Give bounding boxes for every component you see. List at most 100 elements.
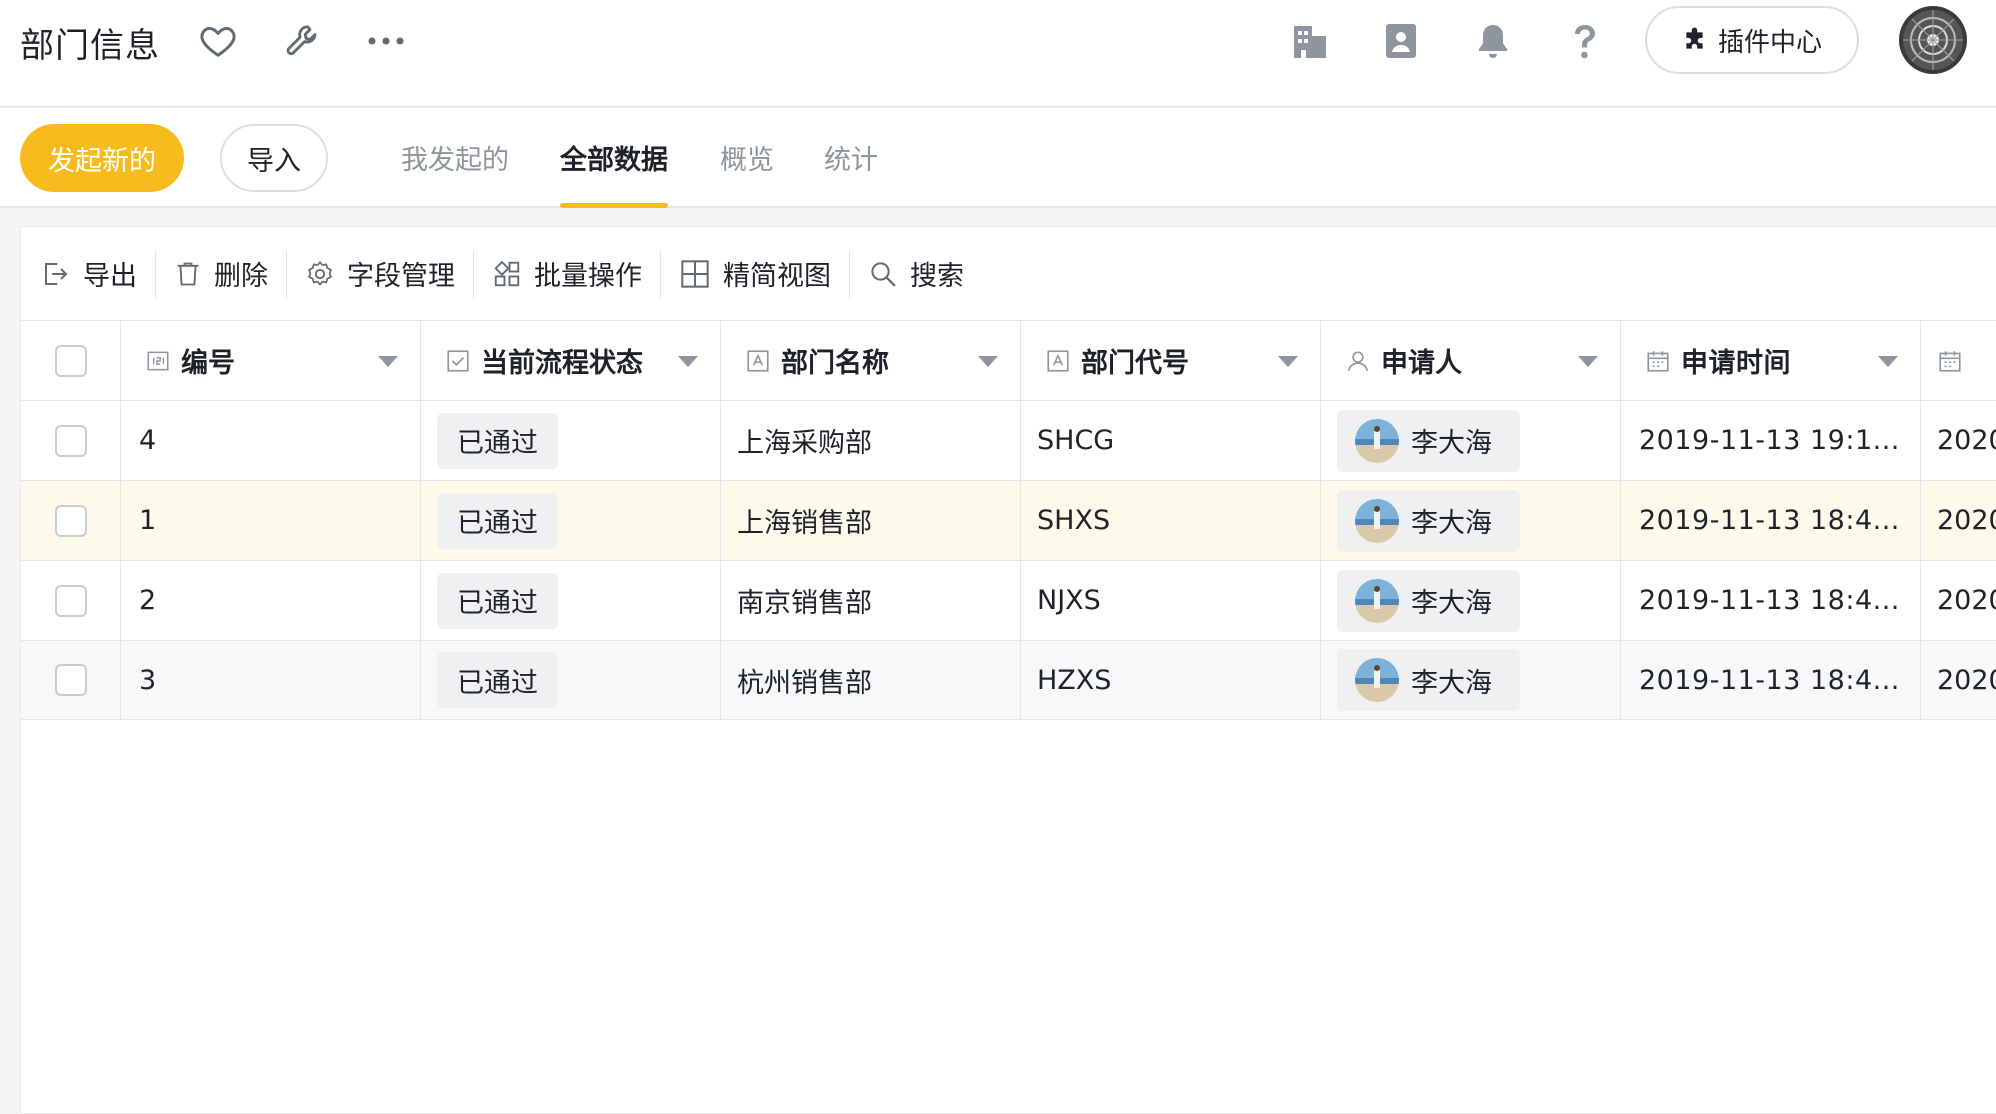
select-all-checkbox[interactable]	[54, 344, 87, 377]
table-row[interactable]: 3 已通过 杭州销售部 HZXS 李大海 2019-11-13 18:4... …	[21, 640, 1996, 720]
batch-operation-button[interactable]: 批量操作	[474, 249, 660, 299]
cell-apply-time[interactable]: 2019-11-13 18:4...	[1621, 641, 1921, 719]
applicant-chip[interactable]: 李大海	[1337, 489, 1520, 552]
search-button[interactable]: 搜索	[850, 249, 982, 299]
cell-extra[interactable]: 2020	[1921, 561, 1996, 640]
export-icon	[45, 262, 68, 285]
column-header-applicant[interactable]: 申请人	[1321, 321, 1621, 400]
cell-dept-name[interactable]: 上海采购部	[721, 401, 1021, 480]
cell-status[interactable]: 已通过	[421, 641, 721, 719]
column-header-apply-time[interactable]: 申请时间	[1621, 321, 1921, 400]
tab-statistics[interactable]: 统计	[824, 108, 878, 206]
field-management-button[interactable]: 字段管理	[287, 249, 473, 299]
applicant-chip[interactable]: 李大海	[1337, 569, 1520, 632]
row-checkbox[interactable]	[54, 424, 87, 457]
puzzle-icon	[1686, 27, 1703, 49]
column-menu-caret[interactable]	[378, 356, 398, 367]
column-header-number[interactable]: 编号	[121, 321, 421, 400]
tab-my-submissions[interactable]: 我发起的	[401, 108, 509, 206]
cell-status[interactable]: 已通过	[421, 481, 721, 560]
data-card: 导出 删除 字段管理 批量操作 精简视图 搜索 编号 当前流程状态 部门名称 部…	[20, 226, 1996, 1114]
cell-apply-time[interactable]: 2019-11-13 19:1...	[1621, 401, 1921, 480]
cell-status[interactable]: 已通过	[421, 401, 721, 480]
table-row[interactable]: 1 已通过 上海销售部 SHXS 李大海 2019-11-13 18:4... …	[21, 480, 1996, 560]
column-menu-caret[interactable]	[1878, 356, 1898, 367]
cell-status[interactable]: 已通过	[421, 561, 721, 640]
row-checkbox[interactable]	[54, 584, 87, 617]
cell-dept-code[interactable]: SHCG	[1021, 401, 1321, 480]
column-header-extra[interactable]	[1921, 321, 1996, 400]
text-field-icon	[1047, 349, 1069, 372]
cell-number[interactable]: 4	[121, 401, 421, 480]
cell-applicant[interactable]: 李大海	[1321, 641, 1621, 719]
table-row[interactable]: 2 已通过 南京销售部 NJXS 李大海 2019-11-13 18:4... …	[21, 560, 1996, 640]
cell-dept-name[interactable]: 杭州销售部	[721, 641, 1021, 719]
status-badge: 已通过	[437, 572, 558, 629]
user-avatar[interactable]	[1899, 6, 1967, 74]
cell-dept-code[interactable]: NJXS	[1021, 561, 1321, 640]
table-header-row: 编号 当前流程状态 部门名称 部门代号 申请人 申请时间	[21, 320, 1996, 400]
more-options-icon[interactable]	[363, 18, 409, 64]
cell-extra[interactable]: 2020	[1921, 641, 1996, 719]
cell-number[interactable]: 2	[121, 561, 421, 640]
export-label: 导出	[83, 261, 137, 292]
delete-label: 删除	[214, 261, 268, 292]
applicant-chip[interactable]: 李大海	[1337, 409, 1520, 472]
column-header-dept-name[interactable]: 部门名称	[721, 321, 1021, 400]
notification-bell-icon[interactable]	[1470, 18, 1516, 64]
top-header: 部门信息 插件中心	[0, 0, 1996, 107]
search-icon	[871, 261, 896, 286]
tab-overview[interactable]: 概览	[720, 108, 774, 206]
applicant-chip[interactable]: 李大海	[1337, 649, 1520, 711]
cell-dept-name[interactable]: 上海销售部	[721, 481, 1021, 560]
export-button[interactable]: 导出	[41, 249, 155, 299]
calendar-field-icon	[1647, 350, 1669, 372]
favorite-heart-icon[interactable]	[195, 18, 241, 64]
column-header-label: 申请人	[1381, 348, 1462, 379]
cell-number[interactable]: 3	[121, 641, 421, 719]
cell-extra[interactable]: 2020	[1921, 401, 1996, 480]
column-menu-caret[interactable]	[678, 356, 698, 367]
cell-applicant[interactable]: 李大海	[1321, 401, 1621, 480]
cell-dept-name[interactable]: 南京销售部	[721, 561, 1021, 640]
page-title: 部门信息	[20, 26, 160, 66]
cell-dept-code[interactable]: SHXS	[1021, 481, 1321, 560]
organization-building-icon[interactable]	[1287, 18, 1333, 64]
column-menu-caret[interactable]	[1578, 356, 1598, 367]
applicant-avatar	[1355, 578, 1399, 623]
import-button[interactable]: 导入	[220, 124, 328, 192]
help-question-icon[interactable]	[1562, 18, 1608, 64]
delete-button[interactable]: 删除	[156, 249, 286, 299]
applicant-name: 李大海	[1411, 588, 1492, 619]
compact-view-label: 精简视图	[723, 261, 831, 292]
column-header-label: 申请时间	[1681, 348, 1791, 379]
compact-view-button[interactable]: 精简视图	[661, 249, 849, 299]
number-field-icon	[147, 351, 169, 370]
cell-applicant[interactable]: 李大海	[1321, 561, 1621, 640]
cell-dept-code[interactable]: HZXS	[1021, 641, 1321, 719]
cell-number[interactable]: 1	[121, 481, 421, 560]
column-menu-caret[interactable]	[1278, 356, 1298, 367]
column-menu-caret[interactable]	[978, 356, 998, 367]
row-check-cell	[21, 561, 121, 640]
cell-apply-time[interactable]: 2019-11-13 18:4...	[1621, 561, 1921, 640]
cell-extra[interactable]: 2020	[1921, 481, 1996, 560]
tab-all-data[interactable]: 全部数据	[560, 108, 668, 208]
column-header-label: 编号	[181, 348, 235, 379]
cell-apply-time[interactable]: 2019-11-13 18:4...	[1621, 481, 1921, 560]
wrench-icon[interactable]	[279, 18, 325, 64]
trash-icon	[177, 262, 199, 285]
table-row[interactable]: 4 已通过 上海采购部 SHCG 李大海 2019-11-13 19:1... …	[21, 400, 1996, 480]
row-checkbox[interactable]	[54, 504, 87, 537]
row-checkbox[interactable]	[54, 664, 87, 696]
plugin-center-button[interactable]: 插件中心	[1645, 6, 1859, 74]
column-header-dept-code[interactable]: 部门代号	[1021, 321, 1321, 400]
cell-applicant[interactable]: 李大海	[1321, 481, 1621, 560]
new-submission-button[interactable]: 发起新的	[20, 124, 184, 192]
column-header-status[interactable]: 当前流程状态	[421, 321, 721, 400]
action-bar: 发起新的 导入 我发起的 全部数据 概览 统计	[0, 108, 1996, 208]
contacts-card-icon[interactable]	[1378, 18, 1424, 64]
checkbox-field-icon	[447, 349, 469, 372]
applicant-avatar	[1355, 658, 1399, 702]
applicant-name: 李大海	[1411, 667, 1492, 699]
